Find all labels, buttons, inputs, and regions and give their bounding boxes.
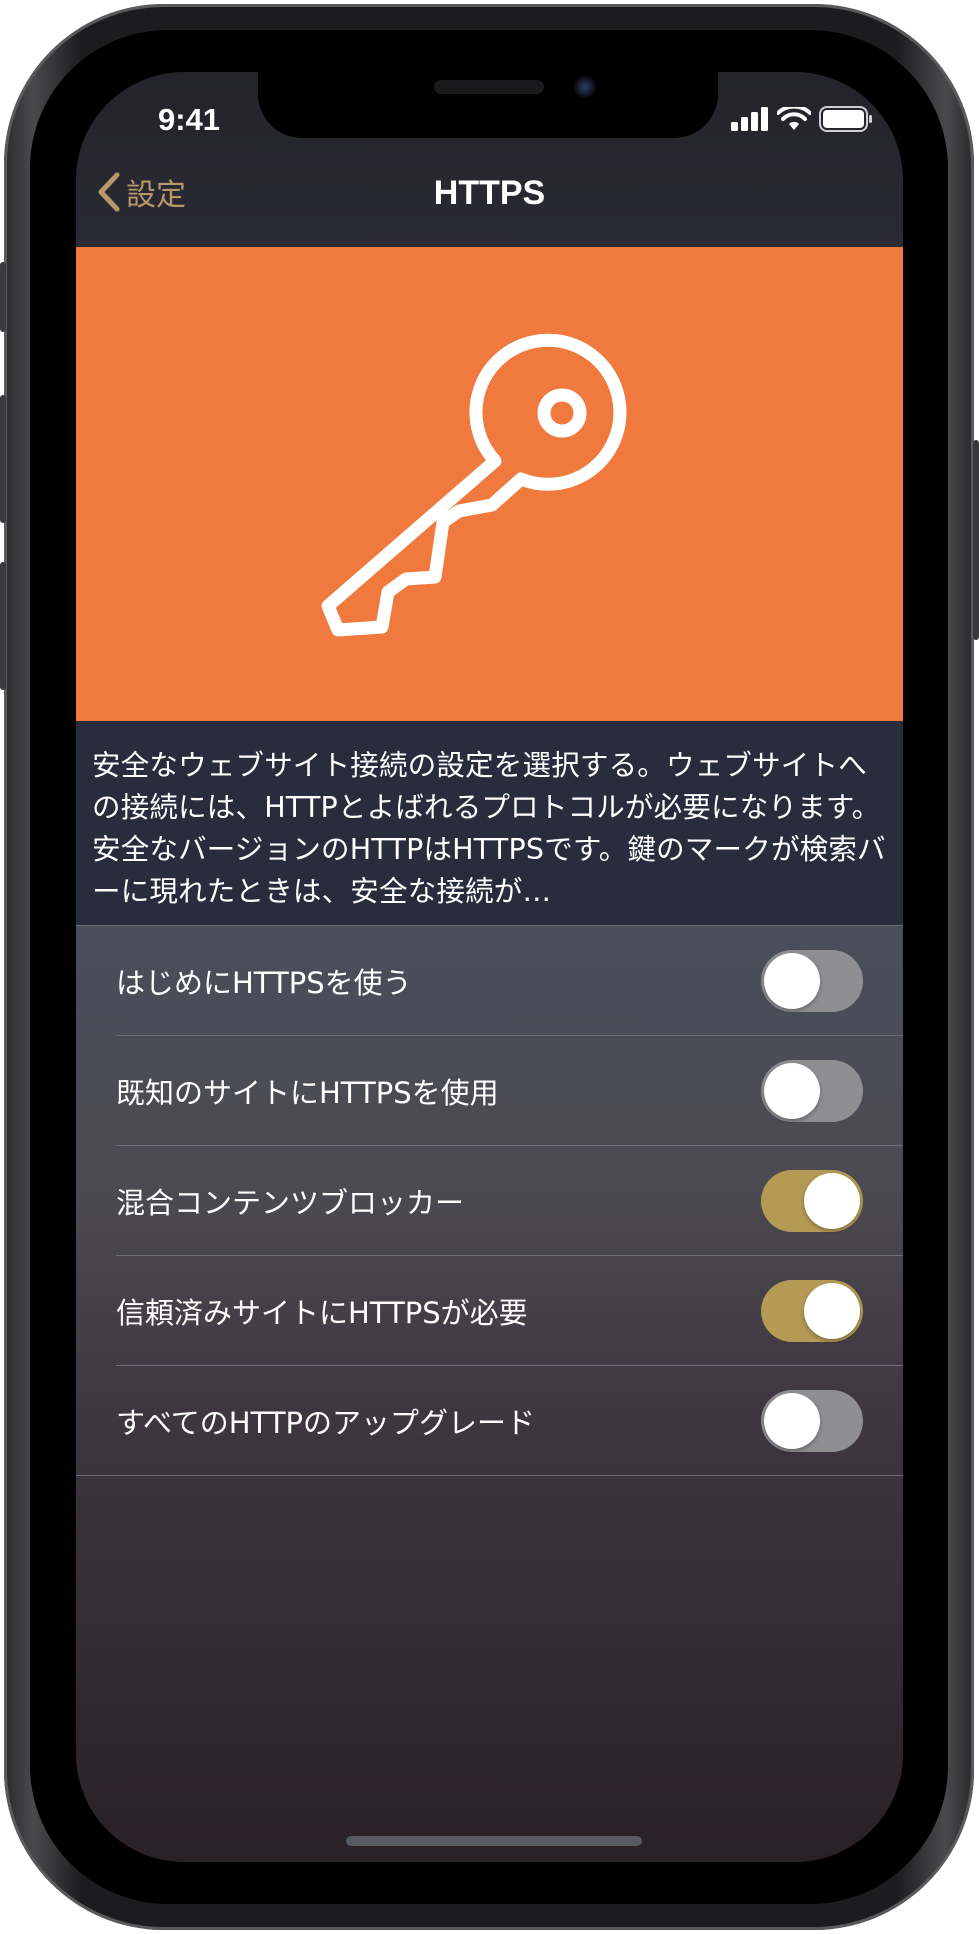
setting-row-upgrade-all-http: すべてのHTTPのアップグレード <box>76 1366 903 1476</box>
toggle-knob <box>804 1283 860 1339</box>
setting-label: 混合コンテンツブロッカー <box>116 1186 465 1220</box>
settings-list: はじめにHTTPSを使う 既知のサイトにHTTPSを使用 混合コンテンツブロッカ… <box>76 925 903 1476</box>
home-indicator[interactable] <box>346 1836 642 1846</box>
mixed-content-blocker-toggle[interactable] <box>761 1170 863 1232</box>
front-camera <box>574 76 596 98</box>
description-panel: 安全なウェブサイト接続の設定を選択する。ウェブサイトへの接続には、HTTPとよば… <box>76 721 903 925</box>
setting-row-mixed-content-blocker: 混合コンテンツブロッカー <box>76 1146 903 1256</box>
upgrade-all-http-toggle[interactable] <box>761 1390 863 1452</box>
description-text: 安全なウェブサイト接続の設定を選択する。ウェブサイトへの接続には、HTTPとよば… <box>92 749 886 908</box>
setting-label: 信頼済みサイトにHTTPSが必要 <box>116 1296 528 1330</box>
setting-row-require-https-trusted: 信頼済みサイトにHTTPSが必要 <box>76 1256 903 1366</box>
volume-up-button <box>0 395 6 523</box>
status-time: 9:41 <box>157 102 221 137</box>
setting-label: 既知のサイトにHTTPSを使用 <box>116 1076 499 1110</box>
https-known-sites-toggle[interactable] <box>761 1060 863 1122</box>
header-banner <box>76 247 903 721</box>
speaker-grille <box>434 80 544 94</box>
cellular-signal-icon <box>731 107 768 131</box>
require-https-trusted-toggle[interactable] <box>761 1280 863 1342</box>
toggle-knob <box>764 1393 820 1449</box>
https-first-toggle[interactable] <box>761 950 863 1012</box>
row-divider <box>76 1475 903 1476</box>
battery-icon <box>819 106 872 132</box>
setting-row-https-known-sites: 既知のサイトにHTTPSを使用 <box>76 1036 903 1146</box>
wifi-icon <box>777 107 811 130</box>
key-icon <box>321 333 627 637</box>
toggle-knob <box>764 953 820 1009</box>
toggle-knob <box>804 1173 860 1229</box>
power-button <box>973 440 979 640</box>
screen: 9:41 設定 HTTPS 安全なウェブサイト接続の設定を選択する。ウェブサイト… <box>76 72 903 1862</box>
mute-switch <box>0 262 6 332</box>
page-title: HTTPS <box>433 174 546 212</box>
setting-row-https-first: はじめにHTTPSを使う <box>76 926 903 1036</box>
toggle-knob <box>764 1063 820 1119</box>
setting-label: すべてのHTTPのアップグレード <box>116 1406 536 1440</box>
setting-label: はじめにHTTPSを使う <box>116 966 412 1000</box>
volume-down-button <box>0 562 6 690</box>
status-icons <box>731 106 873 132</box>
